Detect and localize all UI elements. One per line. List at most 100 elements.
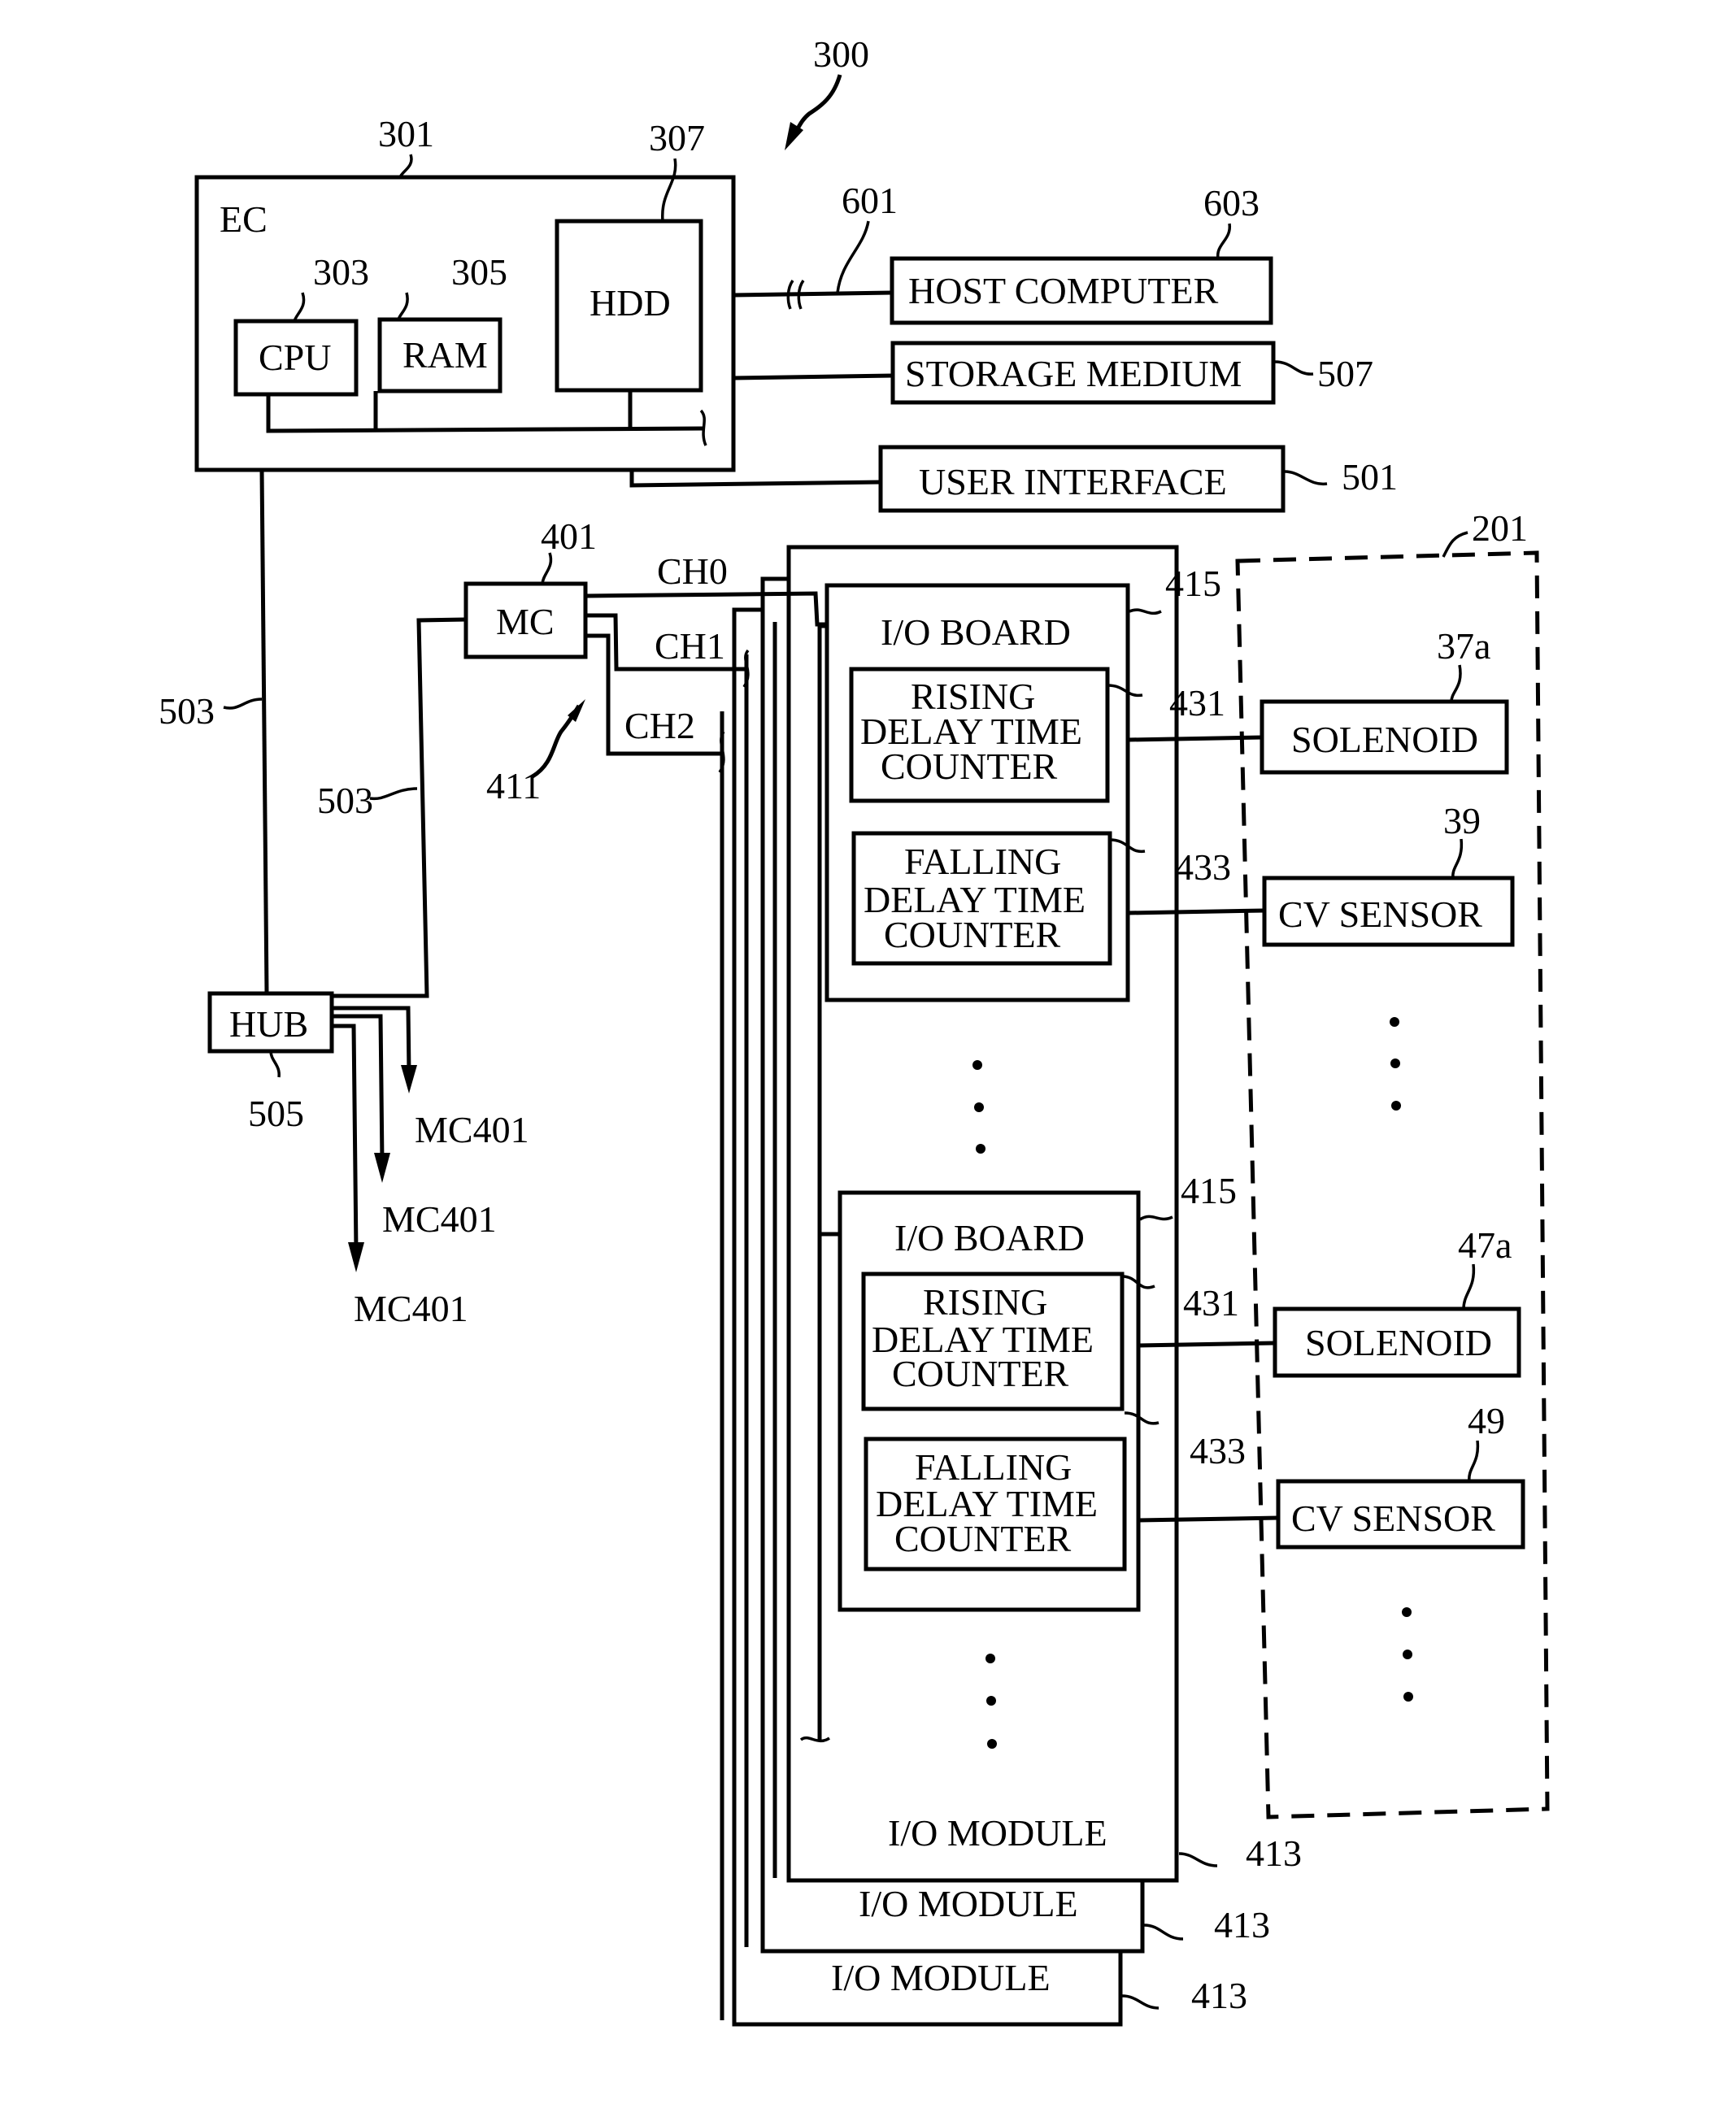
ch2-label: CH2	[624, 705, 695, 746]
falling-to-sensor-line	[1127, 908, 1265, 915]
ellipsis-dot	[986, 1696, 996, 1706]
rising-line-1: RISING	[923, 1281, 1047, 1323]
storage-medium-ref: 507	[1317, 353, 1373, 394]
host-computer: HOST COMPUTER 603	[890, 182, 1273, 325]
solenoid-leader	[1462, 1263, 1476, 1310]
figure-ref-leader	[790, 74, 842, 138]
io-module-label: I/O MODULE	[888, 1812, 1107, 1854]
module-controller: MC 401	[463, 515, 597, 659]
rising-to-solenoid-line	[1127, 735, 1263, 742]
solenoid-label: SOLENOID	[1305, 1322, 1492, 1363]
ellipsis-dot	[1403, 1650, 1412, 1659]
solenoid-leader	[1450, 664, 1462, 702]
arrow-down-icon	[348, 1242, 364, 1272]
cv-sensor-label: CV SENSOR	[1291, 1498, 1495, 1539]
storage-medium-leader	[1274, 360, 1314, 376]
rising-ref: 431	[1183, 1282, 1239, 1324]
cv-sensor-ref: 49	[1468, 1400, 1505, 1441]
channel-bus-ref: 411	[486, 765, 541, 806]
host-link-ref: 601	[842, 180, 898, 221]
rising-line-3: COUNTER	[892, 1353, 1069, 1394]
host-link-leader	[836, 220, 870, 293]
user-interface-leader	[1284, 470, 1328, 485]
solenoid-2: SOLENOID 47a	[1273, 1224, 1521, 1378]
io-module-ref: 413	[1246, 1832, 1302, 1874]
host-computer-label: HOST COMPUTER	[908, 270, 1219, 311]
solenoid-ref: 37a	[1437, 625, 1490, 667]
rising-line-3: COUNTER	[881, 746, 1058, 787]
hdd-ref: 307	[649, 117, 705, 159]
ellipsis-dot	[1402, 1607, 1412, 1617]
ellipsis-dot	[972, 1060, 982, 1070]
falling-ref: 433	[1190, 1430, 1246, 1471]
ellipsis-dot	[985, 1654, 995, 1663]
ellipsis-dot	[974, 1102, 984, 1112]
ch1-label: CH1	[655, 625, 725, 667]
network-ref-1: 503	[159, 690, 215, 732]
hub-output-label-3: MC401	[354, 1288, 468, 1329]
ui-link-line	[629, 470, 881, 488]
falling-to-sensor-line	[1138, 1515, 1279, 1523]
ec-ref: 301	[378, 113, 434, 154]
ellipsis-dot	[1403, 1692, 1413, 1702]
ec-leader	[398, 154, 413, 178]
cpu-ref: 303	[313, 251, 369, 293]
falling-ref: 433	[1175, 846, 1231, 888]
ram-label: RAM	[402, 334, 488, 376]
hub-output-line-3	[332, 1024, 359, 1253]
io-board-2: I/O BOARD 415 RISING DELAY TIME COUNTER …	[838, 1170, 1246, 1612]
io-board-ref: 415	[1165, 563, 1221, 604]
mc-leader	[541, 552, 553, 585]
host-computer-ref: 603	[1203, 182, 1260, 224]
ellipsis-dot	[1390, 1017, 1399, 1027]
cv-sensor-leader	[1468, 1440, 1480, 1482]
mc-label: MC	[496, 601, 555, 642]
cv-sensor-2: CV SENSOR 49	[1276, 1400, 1525, 1550]
io-module-leader	[1143, 1924, 1184, 1941]
host-link-line	[733, 290, 893, 298]
ellipsis-dot	[1390, 1058, 1400, 1068]
rising-to-solenoid-line	[1138, 1341, 1276, 1348]
user-interface-ref: 501	[1342, 456, 1398, 498]
storage-medium-label: STORAGE MEDIUM	[905, 353, 1242, 394]
cv-sensor-leader	[1451, 838, 1464, 879]
ch0-label: CH0	[657, 550, 728, 592]
hub-leader	[269, 1050, 281, 1078]
io-module-label: I/O MODULE	[831, 1957, 1051, 1998]
cv-sensor-label: CV SENSOR	[1278, 893, 1482, 935]
arrow-down-icon	[374, 1153, 390, 1183]
falling-line-3: COUNTER	[894, 1518, 1072, 1559]
host-computer-leader	[1216, 223, 1231, 259]
io-module-label: I/O MODULE	[859, 1883, 1078, 1924]
rising-ref: 431	[1169, 682, 1225, 724]
hub-output-label-1: MC401	[415, 1109, 529, 1150]
io-board-label: I/O BOARD	[894, 1217, 1085, 1258]
ellipsis-dot	[987, 1739, 997, 1749]
io-module-ref: 413	[1214, 1904, 1270, 1945]
ellipsis-dot	[1391, 1101, 1401, 1111]
hub-output-label-2: MC401	[382, 1198, 497, 1240]
hdd-label: HDD	[590, 282, 671, 324]
network-ref-2: 503	[317, 780, 373, 821]
ec-controller: EC 301 CPU 303 RAM 305 HDD 307	[194, 113, 736, 472]
user-interface: USER INTERFACE 501	[878, 445, 1398, 513]
ram-ref: 305	[451, 251, 507, 293]
falling-line-3: COUNTER	[884, 914, 1061, 955]
cv-sensor-1: CV SENSOR 39	[1262, 800, 1515, 947]
io-module-ref: 413	[1191, 1975, 1247, 2016]
hub-label: HUB	[229, 1003, 308, 1045]
network-leader-1	[223, 698, 263, 710]
ec-hub-network-line	[259, 469, 269, 994]
user-interface-label: USER INTERFACE	[919, 461, 1227, 502]
ec-title: EC	[220, 198, 268, 240]
storage-link-line	[733, 373, 894, 380]
cv-sensor-ref: 39	[1443, 800, 1481, 841]
hub-ref: 505	[248, 1093, 304, 1134]
io-module-leader	[1178, 1852, 1218, 1867]
io-module-leader	[1121, 1994, 1160, 2010]
system-block-diagram: 300 I/O MODULE 413 I/O MODULE 413 I/O MO…	[159, 33, 1550, 2027]
arrow-down-icon	[401, 1065, 417, 1093]
solenoid-ref: 47a	[1458, 1224, 1512, 1266]
figure-ref: 300	[813, 33, 869, 75]
io-board-ref: 415	[1181, 1170, 1237, 1211]
